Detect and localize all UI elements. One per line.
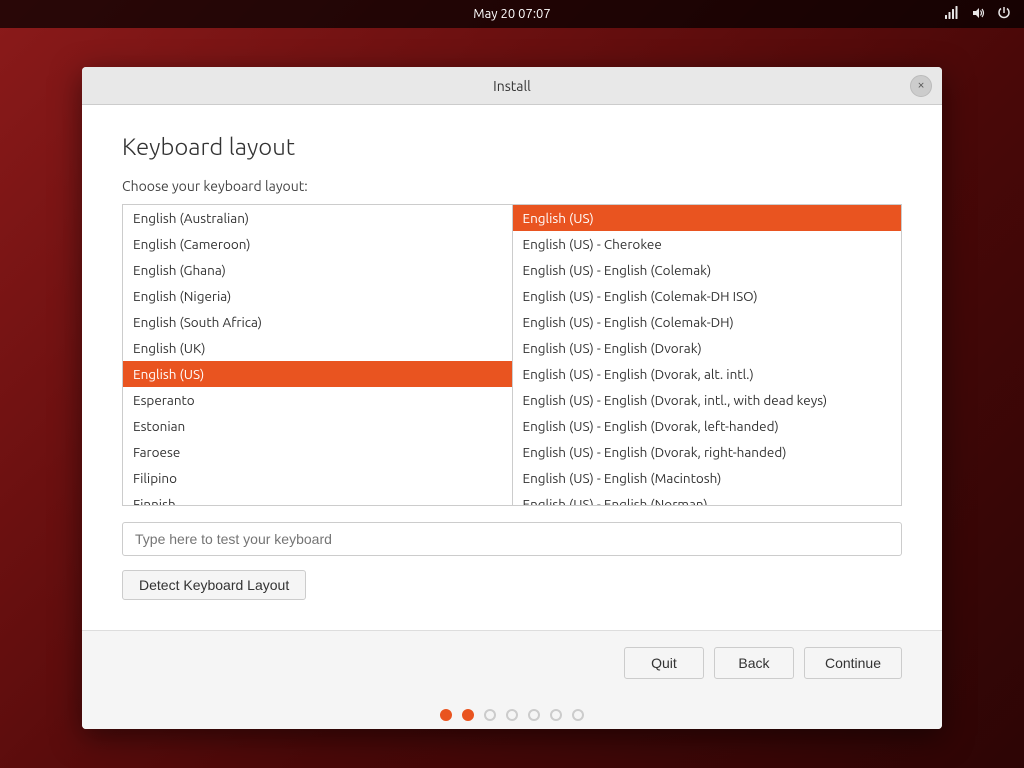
variant-item-selected[interactable]: English (US) [513,205,902,231]
pagination [82,695,942,729]
list-item[interactable]: English (Australian) [123,205,512,231]
keyboard-layout-lists: English (Australian) English (Cameroon) … [122,204,902,506]
dialog-container: Install × Keyboard layout Choose your ke… [0,28,1024,768]
list-item[interactable]: English (South Africa) [123,309,512,335]
dialog-titlebar: Install × [82,67,942,105]
quit-button[interactable]: Quit [624,647,704,679]
variant-list[interactable]: English (US) English (US) - Cherokee Eng… [513,205,902,505]
pagination-dot-4 [506,709,518,721]
dialog-title: Install [493,78,531,94]
close-button[interactable]: × [910,75,932,97]
variant-item[interactable]: English (US) - English (Dvorak, alt. int… [513,361,902,387]
power-icon[interactable] [996,5,1012,24]
dialog-content: Keyboard layout Choose your keyboard lay… [82,105,942,630]
list-item[interactable]: English (Cameroon) [123,231,512,257]
variant-item[interactable]: English (US) - Cherokee [513,231,902,257]
variant-item[interactable]: English (US) - English (Colemak) [513,257,902,283]
topbar: May 20 07:07 [0,0,1024,28]
datetime-display: May 20 07:07 [473,7,550,21]
list-item[interactable]: English (Nigeria) [123,283,512,309]
install-dialog: Install × Keyboard layout Choose your ke… [82,67,942,729]
variant-item[interactable]: English (US) - English (Colemak-DH) [513,309,902,335]
list-item[interactable]: English (Ghana) [123,257,512,283]
pagination-dot-6 [550,709,562,721]
pagination-dot-7 [572,709,584,721]
variant-item[interactable]: English (US) - English (Dvorak, left-han… [513,413,902,439]
variant-item[interactable]: English (US) - English (Dvorak, right-ha… [513,439,902,465]
section-label: Choose your keyboard layout: [122,178,902,194]
list-item-selected[interactable]: English (US) [123,361,512,387]
pagination-dot-5 [528,709,540,721]
pagination-dot-1 [440,709,452,721]
language-list[interactable]: English (Australian) English (Cameroon) … [123,205,513,505]
list-item[interactable]: Faroese [123,439,512,465]
dialog-footer: Quit Back Continue [82,630,942,695]
list-item[interactable]: Esperanto [123,387,512,413]
list-item[interactable]: Finnish [123,491,512,505]
keyboard-test-input[interactable] [122,522,902,556]
volume-icon[interactable] [970,5,986,24]
variant-item[interactable]: English (US) - English (Colemak-DH ISO) [513,283,902,309]
variant-item[interactable]: English (US) - English (Dvorak, intl., w… [513,387,902,413]
list-item[interactable]: Estonian [123,413,512,439]
list-item[interactable]: Filipino [123,465,512,491]
page-title: Keyboard layout [122,133,902,160]
list-item[interactable]: English (UK) [123,335,512,361]
topbar-icons [944,5,1012,24]
pagination-dot-3 [484,709,496,721]
back-button[interactable]: Back [714,647,794,679]
continue-button[interactable]: Continue [804,647,902,679]
variant-item[interactable]: English (US) - English (Macintosh) [513,465,902,491]
pagination-dot-2 [462,709,474,721]
variant-item[interactable]: English (US) - English (Norman) [513,491,902,505]
network-icon[interactable] [944,5,960,24]
detect-keyboard-layout-button[interactable]: Detect Keyboard Layout [122,570,306,600]
variant-item[interactable]: English (US) - English (Dvorak) [513,335,902,361]
